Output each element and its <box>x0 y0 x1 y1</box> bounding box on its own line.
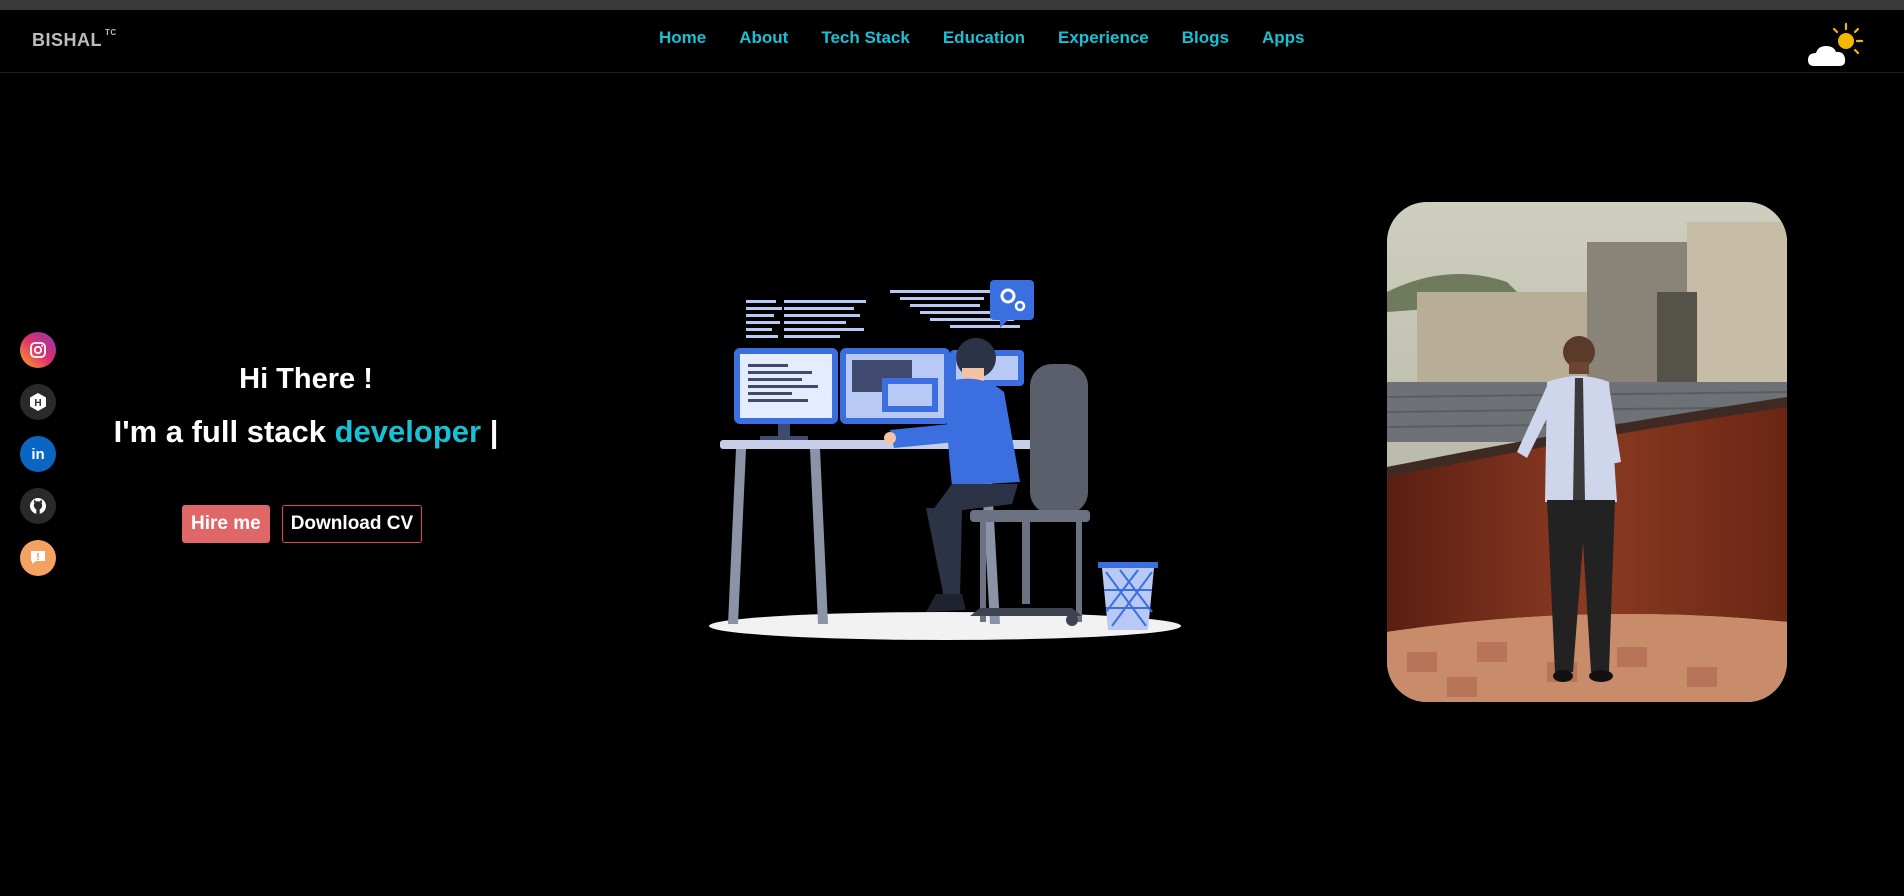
nav-experience[interactable]: Experience <box>1058 28 1149 48</box>
download-cv-button[interactable]: Download CV <box>281 505 423 543</box>
nav-blogs[interactable]: Blogs <box>1182 28 1229 48</box>
hero-buttons: Hire me Download CV <box>182 505 423 543</box>
navbar: BISHAL TC Home About Tech Stack Education… <box>0 10 1904 73</box>
partly-sunny-icon[interactable] <box>1808 20 1864 74</box>
nav-menu: Home About Tech Stack Education Experien… <box>659 28 1337 48</box>
browser-top-strip <box>0 0 1904 10</box>
typing-cursor: | <box>489 414 499 449</box>
hire-me-button[interactable]: Hire me <box>182 505 270 543</box>
role-prefix: I'm a full stack <box>113 414 326 449</box>
nav-about[interactable]: About <box>739 28 788 48</box>
brand-name: BISHAL <box>32 30 102 50</box>
brand-superscript: TC <box>105 28 117 37</box>
role-accent: developer <box>334 414 482 449</box>
hero-role: I'm a full stack developer | <box>0 414 612 450</box>
github-icon[interactable] <box>20 488 56 524</box>
brand-logo[interactable]: BISHAL TC <box>32 28 117 51</box>
feedback-icon[interactable] <box>20 540 56 576</box>
nav-education[interactable]: Education <box>943 28 1025 48</box>
nav-tech-stack[interactable]: Tech Stack <box>821 28 910 48</box>
hero-greeting: Hi There ! <box>239 363 373 395</box>
nav-home[interactable]: Home <box>659 28 706 48</box>
profile-photo <box>1387 202 1787 702</box>
hero-intro: Hi There ! I'm a full stack developer | <box>0 363 612 450</box>
developer-illustration <box>700 272 1190 642</box>
nav-apps[interactable]: Apps <box>1262 28 1305 48</box>
